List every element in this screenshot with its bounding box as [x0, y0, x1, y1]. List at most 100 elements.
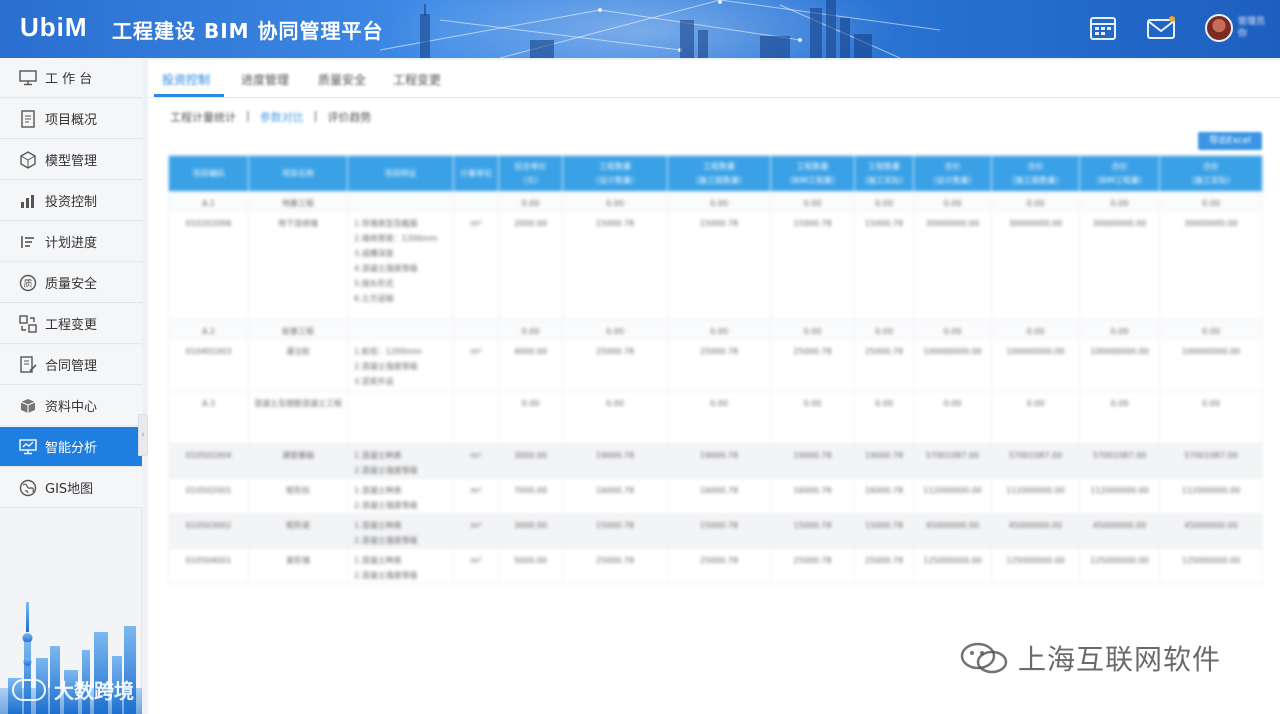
- column-header: 项目编码: [168, 155, 249, 192]
- table-cell: 桩基工程: [248, 319, 348, 340]
- tab-engineering-change[interactable]: 工程变更: [393, 71, 441, 88]
- subnav-separator: |: [246, 109, 250, 122]
- watermark-shanghai: 上海互联网软件: [958, 638, 1221, 678]
- table-cell: 010502001: [168, 478, 249, 514]
- sidebar-collapse-handle[interactable]: ‹: [138, 414, 148, 456]
- platform-title: 工程建设 BIM 协同管理平台: [112, 19, 384, 43]
- table-cell: 0.00: [991, 191, 1080, 212]
- sidebar-item-label: 质量安全: [45, 277, 98, 292]
- sidebar-item-smart-analysis[interactable]: 智能分析: [0, 427, 142, 467]
- sidebar-item-label: 工程变更: [45, 318, 98, 333]
- table-cell: m³: [453, 548, 499, 584]
- sidebar-item-label: 投资控制: [45, 195, 98, 210]
- table-cell: 1.桩径：1200mm 2.混凝土强度等级 3.泥浆外运: [347, 339, 454, 392]
- table-cell: 25000.78: [562, 548, 668, 584]
- sidebar-item-contract-management[interactable]: 合同管理: [0, 345, 142, 385]
- sidebar-item-investment-control[interactable]: 投资控制: [0, 181, 142, 221]
- table-cell: m³: [453, 478, 499, 514]
- table-cell: 1.混凝土种类 2.混凝土强度等级: [347, 443, 454, 479]
- table-row[interactable]: A.1 地基工程 0.00 0.00 0.00 0.00 0.00 0.00 0.00 0.00 0…: [168, 191, 1263, 212]
- table-cell: 0.00: [667, 191, 771, 212]
- sidebar-item-model-management[interactable]: 模型管理: [0, 140, 142, 180]
- table-cell: 112000000.00: [991, 478, 1080, 514]
- sidebar-item-project-overview[interactable]: 项目概况: [0, 99, 142, 139]
- table-cell: 0.00: [498, 319, 563, 340]
- table-row[interactable]: 010501004 满堂基础 1.混凝土种类 2.混凝土强度等级 m³ 3000.00 1…: [168, 443, 1263, 479]
- table-cell: 30000000.00: [1079, 211, 1160, 320]
- table-row[interactable]: 010502001 矩形柱 1.混凝土种类 2.混凝土强度等级 m³ 7000.00 16…: [168, 478, 1263, 514]
- active-tab-indicator: [154, 94, 224, 97]
- table-row[interactable]: 010202006 地下连续墙 1.导墙类型及截面 2.墙体厚度：1200mm 3.…: [168, 211, 1263, 320]
- table-cell: 0.00: [770, 191, 855, 212]
- user-avatar[interactable]: [1205, 14, 1233, 42]
- subnav-item-comparison[interactable]: 参数对比: [260, 109, 304, 125]
- sidebar-item-quality-safety[interactable]: 质 质量安全: [0, 263, 142, 303]
- table-cell: 16000.78: [770, 478, 855, 514]
- table-cell: 125000000.00: [1159, 548, 1263, 584]
- change-icon: [18, 314, 38, 334]
- table-cell: 3000.00: [498, 513, 563, 549]
- sidebar-item-label: 智能分析: [45, 441, 98, 456]
- table-cell: 30000000.00: [1159, 211, 1263, 320]
- table-cell: 57001087.00: [991, 443, 1080, 479]
- table-cell: 15000.78: [854, 513, 914, 549]
- table-cell: 100000000.00: [991, 339, 1080, 392]
- table-row[interactable]: A.2 桩基工程 0.00 0.00 0.00 0.00 0.00 0.00 0.00 0.00 0…: [168, 319, 1263, 340]
- sidebar-item-plan-progress[interactable]: 计划进度: [0, 222, 142, 262]
- table-cell: 0.00: [770, 391, 855, 444]
- table-cell: 15000.78: [562, 513, 668, 549]
- table-cell: 1.混凝土种类 2.混凝土强度等级: [347, 513, 454, 549]
- export-excel-button[interactable]: 导出Excel: [1198, 132, 1262, 150]
- table-cell: 125000000.00: [913, 548, 992, 584]
- tab-quality-safety[interactable]: 质量安全: [318, 71, 366, 88]
- table-row[interactable]: 010503002 矩形梁 1.混凝土种类 2.混凝土强度等级 m³ 3000.00 15…: [168, 513, 1263, 549]
- column-header: 项目特征: [347, 155, 454, 192]
- table-cell: 19000.78: [854, 443, 914, 479]
- table-cell: 0.00: [913, 319, 992, 340]
- table-cell: 15000.78: [667, 513, 771, 549]
- table-cell: 地基工程: [248, 191, 348, 212]
- table-row[interactable]: 010504001 直形墙 1.混凝土种类 2.混凝土强度等级 m³ 5000.00 25…: [168, 548, 1263, 584]
- subnav-item-measurement[interactable]: 工程计量统计: [170, 109, 236, 125]
- table-row[interactable]: 010401003 灌注桩 1.桩径：1200mm 2.混凝土强度等级 3.泥浆外运…: [168, 339, 1263, 392]
- table-cell: 0.00: [1159, 319, 1263, 340]
- table-cell: 100000000.00: [1079, 339, 1160, 392]
- table-cell: 25000.78: [770, 548, 855, 584]
- mail-icon[interactable]: [1146, 14, 1176, 42]
- column-header: 工程数量 （施工图数量）: [667, 155, 771, 192]
- sidebar-item-label: 工 作 台: [45, 72, 93, 87]
- calendar-icon[interactable]: [1088, 14, 1118, 42]
- table-cell: m³: [453, 513, 499, 549]
- user-name[interactable]: 管理员 你: [1238, 16, 1265, 40]
- sidebar-item-engineering-change[interactable]: 工程变更: [0, 304, 142, 344]
- table-cell: 1.混凝土种类 2.混凝土强度等级: [347, 548, 454, 584]
- table-cell: 3000.00: [498, 443, 563, 479]
- table-cell: 0.00: [991, 391, 1080, 444]
- tab-progress-management[interactable]: 进度管理: [241, 71, 289, 88]
- list-icon: [18, 232, 38, 252]
- table-row[interactable]: A.3 混凝土及钢筋混凝土工程 0.00 0.00 0.00 0.00 0.00 0.00 0.…: [168, 391, 1263, 444]
- table-cell: 0.00: [854, 191, 914, 212]
- table-cell: 0.00: [991, 319, 1080, 340]
- table-cell: 112000000.00: [913, 478, 992, 514]
- table-cell: 0.00: [854, 391, 914, 444]
- sidebar-item-workbench[interactable]: 工 作 台: [0, 58, 142, 98]
- table-cell: [347, 391, 454, 444]
- subnav-item-trend[interactable]: 评价趋势: [327, 109, 371, 125]
- sidebar-item-gis-map[interactable]: GIS地图: [0, 468, 142, 508]
- table-cell: 0.00: [1079, 391, 1160, 444]
- sidebar-item-document-center[interactable]: 资料中心: [0, 386, 142, 426]
- table-cell: 0.00: [1079, 191, 1160, 212]
- table-cell: 0.00: [770, 319, 855, 340]
- table-cell: [453, 319, 499, 340]
- edit-document-icon: [18, 355, 38, 375]
- tab-investment-control[interactable]: 投资控制: [162, 71, 210, 88]
- analysis-monitor-icon: [18, 437, 38, 457]
- cube-icon: [18, 150, 38, 170]
- document-icon: [18, 109, 38, 129]
- table-header-row: 项目编码 项目名称 项目特征 计量单位 综合单价 （元） 工程数量 （设计数量） 工程数量 …: [168, 155, 1263, 192]
- table-cell: 25000.78: [667, 339, 771, 392]
- table-cell: 1.混凝土种类 2.混凝土强度等级: [347, 478, 454, 514]
- sidebar-item-label: 模型管理: [45, 154, 98, 169]
- table-cell: 0.00: [498, 191, 563, 212]
